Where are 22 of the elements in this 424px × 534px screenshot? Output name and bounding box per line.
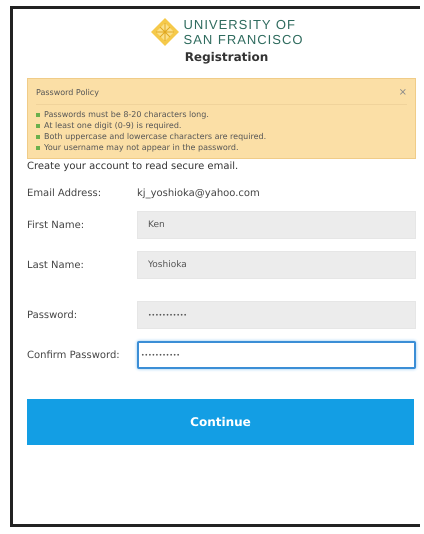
- page-title: Registration: [184, 50, 270, 64]
- policy-rule: Both uppercase and lowercase characters are required.: [44, 131, 266, 142]
- policy-rule: Your username may not appear in the password.: [44, 142, 239, 153]
- bullet-icon: [36, 124, 40, 128]
- alert-heading: Password Policy: [36, 88, 99, 97]
- input-field[interactable]: Yoshioka: [137, 251, 416, 279]
- field-value: kj_yoshioka@yahoo.com: [137, 188, 260, 199]
- policy-rule: At least one digit (0-9) is required.: [44, 120, 182, 131]
- field-label: First Name:: [27, 220, 86, 230]
- logo-icon: [150, 17, 180, 47]
- logo-text: SAN FRANCISCO: [184, 32, 304, 47]
- bullet-icon: [36, 134, 40, 138]
- field-label: Confirm Password:: [27, 350, 121, 360]
- policy-rule: Passwords must be 8-20 characters long.: [44, 109, 209, 120]
- logo-text: UNIVERSITY OF: [184, 17, 297, 32]
- field-label: Last Name:: [27, 260, 85, 270]
- bullet-icon: [36, 112, 40, 116]
- intro-text: Create your account to read secure email.: [27, 161, 240, 172]
- input-field[interactable]: Ken: [137, 211, 416, 239]
- field-label: Password:: [27, 310, 78, 320]
- bullet-icon: [36, 146, 40, 150]
- field-label: Email Address:: [27, 188, 102, 199]
